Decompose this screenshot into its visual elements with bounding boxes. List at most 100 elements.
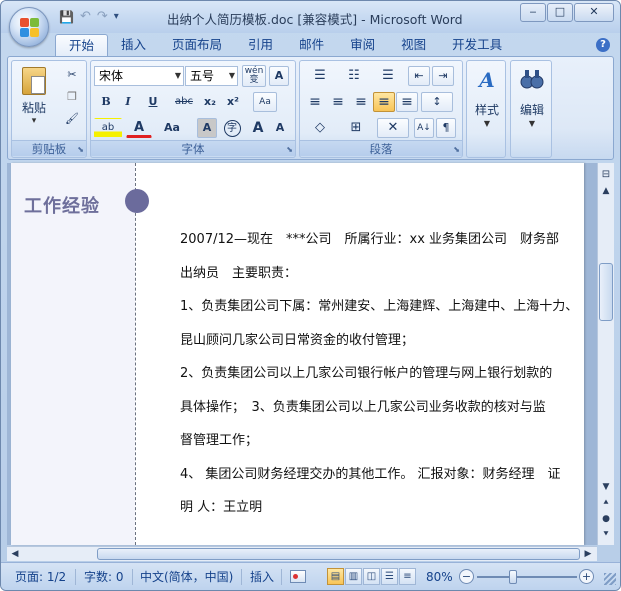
font-launcher-icon[interactable]: ⬊ (286, 145, 293, 154)
quick-access-toolbar: 💾 ↶ ↷ ▾ (59, 8, 119, 26)
zoom-out-icon[interactable]: − (459, 569, 474, 584)
zoom-level[interactable]: 80% (426, 568, 453, 586)
close-button[interactable]: ✕ (574, 3, 614, 22)
insert-mode-status[interactable]: 插入 (250, 568, 274, 586)
content-line: 昆山顾问几家公司日常资金的收付管理； (180, 332, 415, 348)
status-divider (75, 569, 76, 585)
horizontal-scroll-thumb[interactable] (97, 548, 580, 560)
font-name-combo[interactable]: 宋体 ▼ (94, 66, 184, 86)
minimize-button[interactable]: ‒ (520, 3, 546, 22)
zoom-slider-track[interactable] (477, 576, 577, 578)
web-layout-view-icon[interactable]: ◫ (363, 568, 380, 585)
italic-button[interactable]: I (118, 92, 138, 112)
shading-button[interactable]: ◇ (304, 118, 336, 138)
customize-qat-icon[interactable]: ▾ (114, 9, 119, 25)
line-spacing-button[interactable]: ↕ (421, 92, 453, 112)
tab-insert[interactable]: 插入 (108, 34, 159, 56)
decrease-indent-button[interactable]: ⇤ (408, 66, 430, 86)
tab-page-layout[interactable]: 页面布局 (159, 34, 235, 56)
grow-font-button[interactable]: A (248, 118, 268, 138)
font-size-combo[interactable]: 五号 ▼ (185, 66, 238, 86)
superscript-button[interactable]: x² (222, 92, 244, 112)
tab-view[interactable]: 视图 (388, 34, 439, 56)
scroll-down-icon[interactable]: ▼ (600, 481, 612, 493)
align-left-button[interactable]: ≡ (304, 92, 326, 112)
styles-group[interactable]: A 样式 ▼ (466, 60, 506, 158)
shrink-font-button[interactable]: A (270, 118, 290, 138)
subscript-button[interactable]: x₂ (199, 92, 221, 112)
content-line: 2007/12—现在 ***公司 所属行业：xx 业务集团公司 财务部 (180, 232, 560, 247)
format-painter-icon[interactable]: 🖌 (62, 109, 82, 129)
chevron-down-icon: ▼ (174, 71, 181, 80)
section-title: 工作经验 (24, 196, 100, 217)
chevron-down-icon: ▼ (528, 119, 536, 128)
previous-page-icon[interactable]: ⯅ (600, 497, 612, 509)
cut-icon[interactable]: ✂ (62, 65, 82, 85)
scroll-left-icon[interactable]: ◀ (9, 548, 21, 560)
page-count[interactable]: 页面: 1/2 (15, 568, 66, 586)
font-name-value: 宋体 (99, 69, 124, 83)
clipboard-icon (22, 67, 46, 95)
view-ruler-icon[interactable]: ⊟ (600, 169, 612, 181)
underline-button[interactable]: U (140, 92, 166, 112)
char-border-button[interactable]: A (269, 66, 289, 86)
char-shading-button[interactable]: A (197, 118, 217, 138)
copy-icon[interactable]: ❐ (62, 87, 82, 107)
tab-references[interactable]: 引用 (235, 34, 286, 56)
print-layout-view-icon[interactable]: ▤ (327, 568, 344, 585)
distribute-button[interactable]: ≡ (396, 92, 418, 112)
horizontal-scrollbar[interactable]: ◀ ▶ (7, 546, 597, 561)
borders-button[interactable]: ⊞ (340, 118, 372, 138)
document-page[interactable]: 工作经验 2007/12—现在 ***公司 所属行业：xx 业务集团公司 财务部… (11, 163, 584, 545)
tab-developer[interactable]: 开发工具 (439, 34, 515, 56)
scroll-right-icon[interactable]: ▶ (582, 548, 594, 560)
clipboard-launcher-icon[interactable]: ⬊ (77, 145, 84, 154)
outline-view-icon[interactable]: ☰ (381, 568, 398, 585)
redo-icon[interactable]: ↷ (97, 9, 108, 25)
macro-record-icon[interactable] (290, 570, 306, 583)
strikethrough-button[interactable]: abc (171, 92, 197, 112)
paragraph-launcher-icon[interactable]: ⬊ (453, 145, 460, 154)
increase-indent-button[interactable]: ⇥ (432, 66, 454, 86)
show-marks-button[interactable]: ¶ (436, 118, 456, 138)
paste-button[interactable]: 粘贴 ▾ (18, 65, 50, 135)
draft-view-icon[interactable]: ≡ (399, 568, 416, 585)
sort-button[interactable]: A↓ (414, 118, 434, 138)
clear-formatting-button[interactable]: Aa (253, 92, 277, 112)
resize-grip-icon[interactable] (604, 573, 616, 585)
tab-home[interactable]: 开始 (55, 34, 109, 56)
justify-button[interactable]: ≡ (373, 92, 395, 112)
asian-layout-button[interactable]: ✕ (377, 118, 409, 138)
maximize-button[interactable]: □ (547, 3, 573, 22)
center-button[interactable]: ≡ (327, 92, 349, 112)
editing-label: 编辑 (519, 103, 544, 117)
multilevel-list-button[interactable]: ☰ (372, 66, 404, 86)
scroll-up-icon[interactable]: ▲ (600, 185, 612, 197)
next-page-icon[interactable]: ⯆ (600, 529, 612, 541)
align-right-button[interactable]: ≡ (350, 92, 372, 112)
zoom-in-icon[interactable]: + (579, 569, 594, 584)
save-icon[interactable]: 💾 (59, 9, 74, 25)
vertical-scrollbar[interactable]: ⊟ ▲ ▼ ⯅ ● ⯆ (597, 163, 614, 545)
enclose-char-button[interactable]: 字 (221, 118, 243, 138)
tab-mailings[interactable]: 邮件 (286, 34, 337, 56)
font-color-button[interactable]: A (126, 118, 152, 138)
office-button[interactable] (9, 7, 49, 47)
change-case-button[interactable]: Aa (157, 118, 187, 138)
help-icon[interactable]: ? (596, 38, 610, 52)
tab-review[interactable]: 审阅 (337, 34, 388, 56)
word-count[interactable]: 字数: 0 (84, 568, 124, 586)
language-status[interactable]: 中文(简体，中国) (140, 568, 233, 586)
vertical-scroll-thumb[interactable] (599, 263, 613, 321)
bold-button[interactable]: B (96, 92, 116, 112)
editing-group[interactable]: 编辑 ▼ (510, 60, 552, 158)
resume-sidebar-column (11, 163, 135, 545)
undo-icon[interactable]: ↶ (80, 9, 91, 25)
highlight-button[interactable]: ab (94, 118, 122, 138)
bullets-button[interactable]: ☰ (304, 66, 336, 86)
numbering-button[interactable]: ☷ (338, 66, 370, 86)
full-screen-reading-view-icon[interactable]: ▥ (345, 568, 362, 585)
browse-object-icon[interactable]: ● (600, 513, 612, 525)
zoom-slider-thumb[interactable] (509, 570, 517, 584)
phonetic-guide-button[interactable]: wén 变 (242, 65, 266, 87)
